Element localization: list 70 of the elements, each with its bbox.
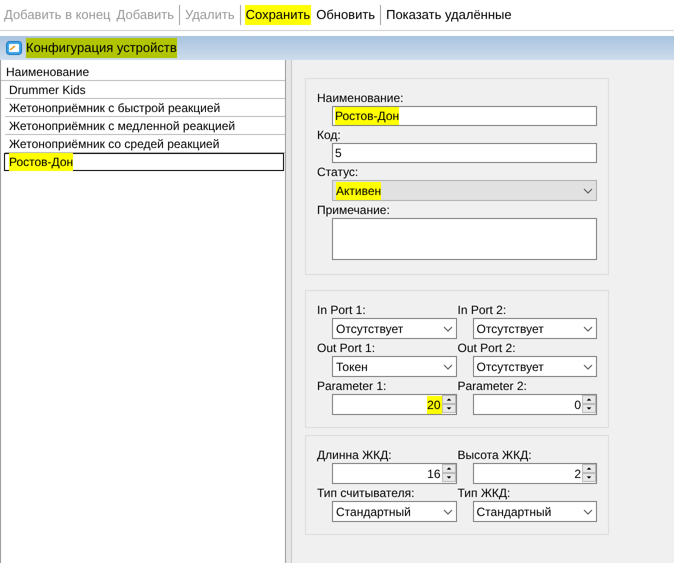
chevron-down-icon bbox=[583, 188, 593, 194]
chevron-down-icon bbox=[442, 326, 452, 332]
spin-down-icon[interactable] bbox=[442, 404, 456, 413]
dropdown-value: Стандартный bbox=[336, 504, 411, 520]
toolbar-button[interactable]: Обновить bbox=[315, 5, 376, 25]
dropdown[interactable]: Стандартный bbox=[332, 501, 456, 522]
spin-value: 16 bbox=[427, 466, 442, 482]
row-label: Жетоноприёмник с медленной реакцией bbox=[9, 118, 236, 134]
spin-value: 20 bbox=[427, 396, 442, 414]
dropdown[interactable]: Токен bbox=[332, 356, 456, 377]
spin-value: 0 bbox=[574, 396, 582, 414]
list-row[interactable]: Жетоноприёмник с быстрой реакцией bbox=[5, 99, 285, 117]
dropdown-value: Активен bbox=[336, 182, 382, 200]
field-label: Статус: bbox=[317, 164, 360, 180]
spin-value: 2 bbox=[574, 466, 582, 482]
field-label: Примечание: bbox=[317, 202, 391, 218]
dropdown[interactable]: Отсутствует bbox=[472, 318, 597, 339]
note-field[interactable] bbox=[332, 218, 597, 260]
field-label: Высота ЖКД: bbox=[458, 447, 533, 463]
chevron-down-icon bbox=[442, 364, 452, 370]
list-row[interactable]: Ростов-Дон bbox=[4, 153, 284, 171]
dropdown-value: Стандартный bbox=[476, 504, 552, 520]
dropdown-value: Токен bbox=[336, 358, 368, 376]
field-label: Код: bbox=[317, 127, 342, 143]
field-value: 5 bbox=[335, 145, 342, 162]
spin-field[interactable]: 2 bbox=[472, 463, 597, 484]
field-label: Out Port 2: bbox=[458, 340, 517, 356]
column-header: Наименование bbox=[1, 63, 285, 81]
chevron-down-icon bbox=[442, 508, 452, 514]
spin-down-icon[interactable] bbox=[582, 404, 596, 413]
chevron-down-icon bbox=[583, 326, 593, 332]
field-value: Ростов-Дон bbox=[335, 107, 400, 125]
field-label: Parameter 2: bbox=[458, 378, 528, 394]
chevron-down-icon bbox=[583, 508, 593, 514]
spin-up-icon[interactable] bbox=[442, 395, 456, 404]
dropdown-value: Отсутствует bbox=[476, 320, 544, 338]
field-label: Длинна ЖКД: bbox=[317, 447, 393, 463]
spin-up-icon[interactable] bbox=[582, 395, 596, 404]
spin-down-icon[interactable] bbox=[442, 473, 456, 482]
dropdown-value: Отсутствует bbox=[336, 320, 404, 338]
spin-field[interactable]: 20 bbox=[332, 394, 456, 415]
spin-up-icon[interactable] bbox=[582, 464, 596, 473]
row-label: Drummer Kids bbox=[9, 82, 86, 98]
list-row[interactable]: Drummer Kids bbox=[5, 81, 285, 99]
row-label: Жетоноприёмник с быстрой реакцией bbox=[9, 100, 220, 116]
chevron-down-icon bbox=[583, 364, 593, 370]
row-label: Ростов-Дон bbox=[9, 153, 74, 171]
field-label: Out Port 1: bbox=[317, 340, 376, 356]
field-label: Тип ЖКД: bbox=[458, 485, 512, 501]
dropdown[interactable]: Отсутствует bbox=[332, 318, 456, 339]
dropdown[interactable]: Стандартный bbox=[472, 501, 597, 522]
toolbar-button[interactable]: Показать удалённые bbox=[385, 5, 513, 25]
spin-field[interactable]: 0 bbox=[472, 394, 597, 415]
list-row[interactable]: Жетоноприёмник с медленной реакцией bbox=[5, 117, 285, 135]
field-label: Наименование: bbox=[317, 90, 405, 106]
field-label: Parameter 1: bbox=[317, 378, 388, 394]
toolbar-button[interactable]: Сохранить bbox=[244, 5, 312, 25]
field-label: In Port 1: bbox=[317, 302, 367, 318]
spin-field[interactable]: 16 bbox=[332, 463, 456, 484]
spin-down-icon[interactable] bbox=[582, 473, 596, 482]
text-field[interactable]: Ростов-Дон bbox=[332, 106, 597, 126]
window-icon bbox=[6, 41, 22, 55]
row-label: Жетоноприёмник со средей реакцией bbox=[9, 136, 220, 152]
field-label: In Port 2: bbox=[458, 302, 508, 318]
field-label: Тип считывателя: bbox=[317, 485, 416, 501]
text-field[interactable]: 5 bbox=[332, 143, 597, 163]
spin-up-icon[interactable] bbox=[442, 464, 456, 473]
dropdown-value: Отсутствует bbox=[476, 358, 544, 376]
window-title: Конфигурация устройств bbox=[26, 38, 177, 58]
dropdown[interactable]: Отсутствует bbox=[472, 356, 597, 377]
